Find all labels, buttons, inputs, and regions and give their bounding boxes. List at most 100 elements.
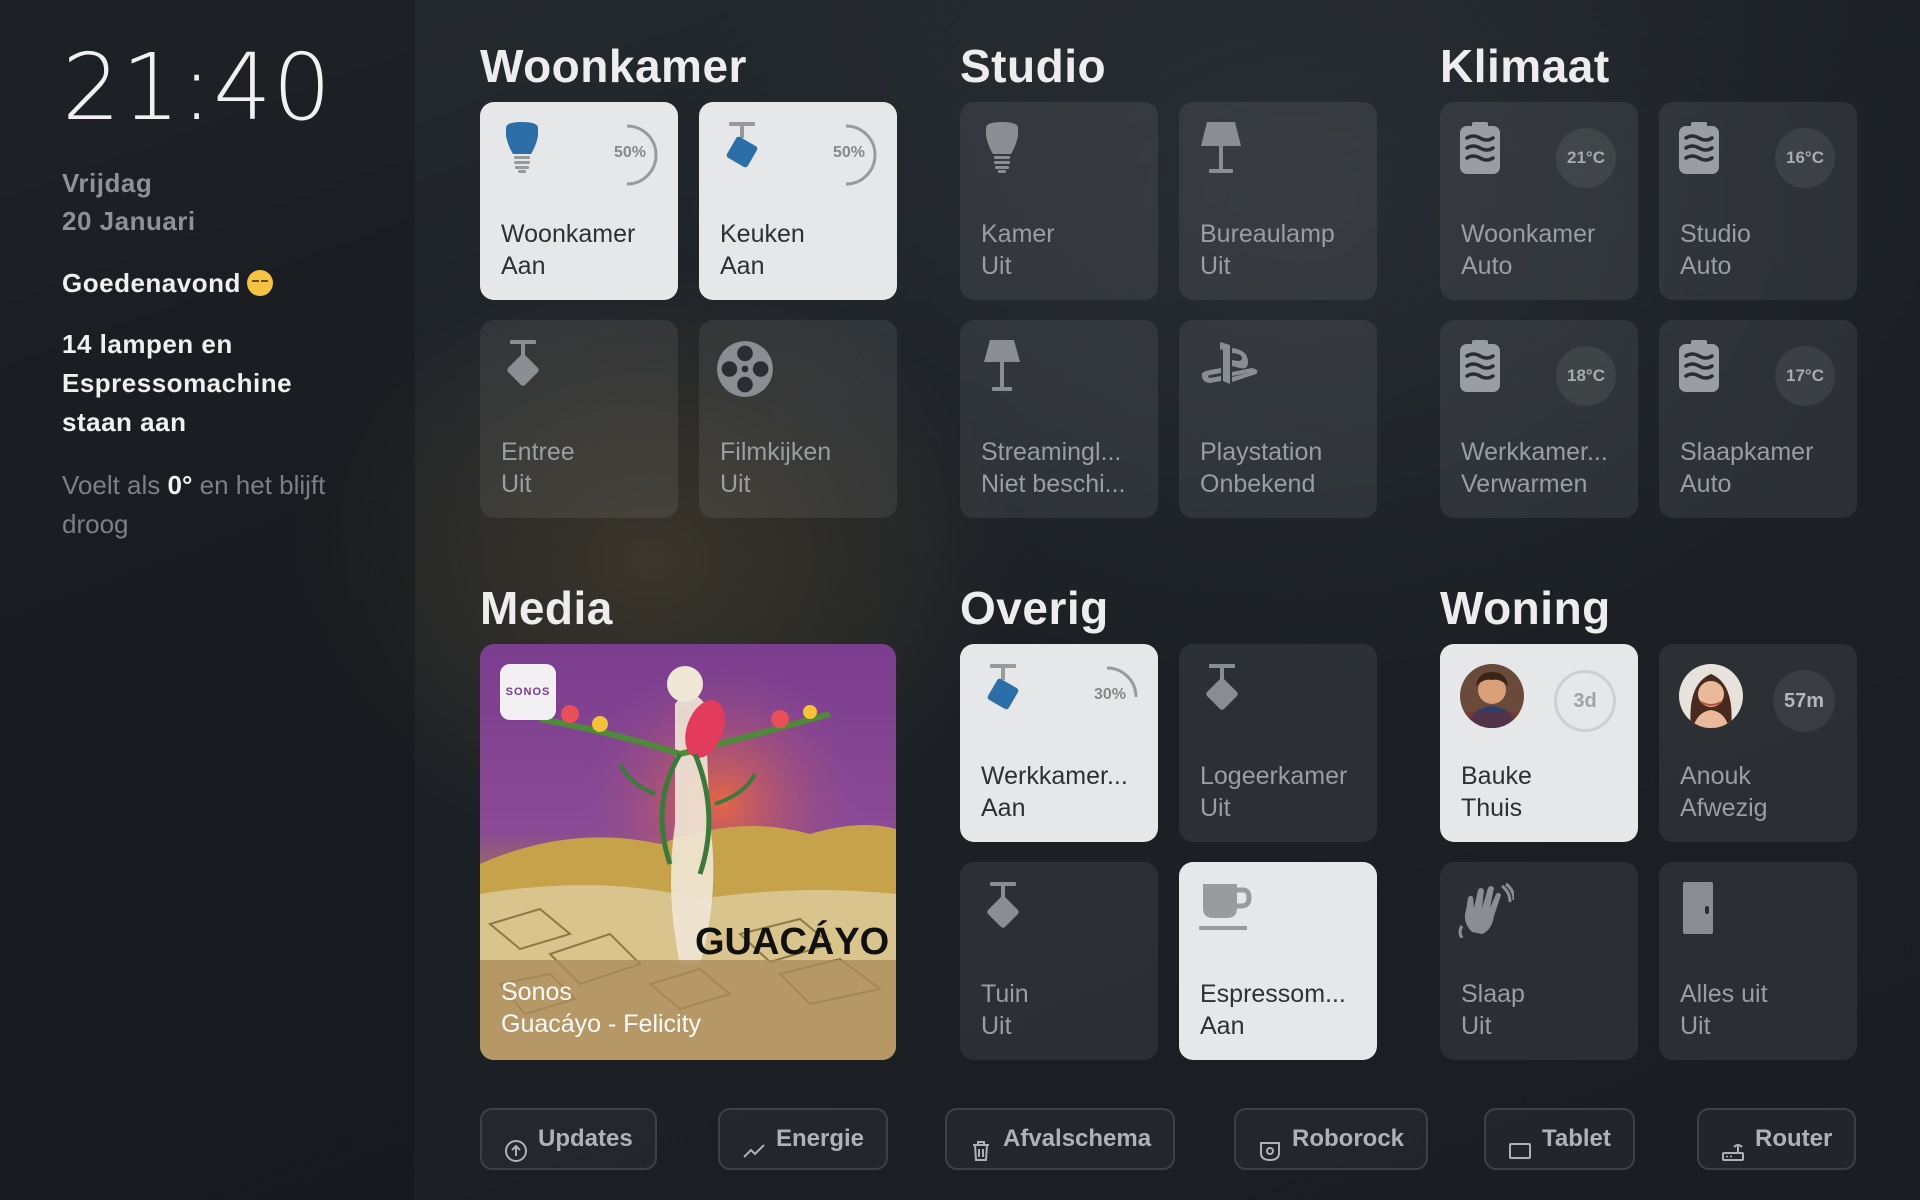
section-title-woonkamer: Woonkamer	[480, 40, 747, 92]
tile-climate-werkkamer[interactable]: 18°C Werkkamer... Verwarmen	[1440, 320, 1638, 518]
tile-state: Uit	[981, 252, 1012, 280]
tile-woonkamer-light[interactable]: 50% Woonkamer Aan	[480, 102, 678, 300]
presence-duration-badge: 3d	[1554, 670, 1616, 732]
tile-alles-uit-scene[interactable]: Alles uit Uit	[1659, 862, 1857, 1060]
tile-playstation[interactable]: Playstation Onbekend	[1179, 320, 1377, 518]
tile-name: Slaap	[1461, 980, 1525, 1008]
tile-state: Uit	[720, 470, 751, 498]
weather-temp: 0°	[167, 470, 193, 500]
avatar	[1679, 664, 1743, 728]
desk-lamp-icon	[1197, 122, 1245, 174]
tile-logeerkamer-light[interactable]: Logeerkamer Uit	[1179, 644, 1377, 842]
tile-person-anouk[interactable]: 57m Anouk Afwezig	[1659, 644, 1857, 842]
temperature-badge: 17°C	[1775, 346, 1835, 406]
tile-state: Aan	[981, 794, 1026, 822]
tile-state: Uit	[981, 1012, 1012, 1040]
tile-name: Woonkamer	[501, 220, 636, 248]
tile-state: Aan	[501, 252, 546, 280]
updates-button[interactable]: Updates	[480, 1108, 657, 1170]
section-title-overig: Overig	[960, 582, 1109, 634]
ceiling-light-icon	[978, 882, 1026, 934]
section-overig: Overig 30% Werkkamer... Aan Logeerkamer …	[960, 578, 1377, 1060]
tile-person-bauke[interactable]: 3d Bauke Thuis	[1440, 644, 1638, 842]
roborock-button[interactable]: Roborock	[1234, 1108, 1429, 1170]
brightness-dial: 50%	[594, 122, 660, 188]
radiator-icon	[1458, 340, 1502, 392]
tile-climate-woonkamer[interactable]: 21°C Woonkamer Auto	[1440, 102, 1638, 300]
afvalschema-button[interactable]: Afvalschema	[945, 1108, 1176, 1170]
updates-label: Updates	[538, 1125, 633, 1152]
avatar	[1460, 664, 1524, 728]
tile-name: Kamer	[981, 220, 1055, 248]
router-button[interactable]: Router	[1697, 1108, 1857, 1170]
tablet-button[interactable]: Tablet	[1484, 1108, 1635, 1170]
film-reel-icon	[716, 340, 774, 398]
presence-duration-badge: 57m	[1773, 670, 1835, 732]
date-label: 20 Januari	[62, 206, 196, 236]
tile-name: Espressom...	[1200, 980, 1346, 1008]
roborock-label: Roborock	[1292, 1125, 1405, 1152]
tile-state: Uit	[1200, 794, 1231, 822]
ceiling-light-icon	[1197, 664, 1245, 716]
section-woonkamer: Woonkamer 50% Woonkamer Aan 50% Keuken A…	[480, 36, 897, 518]
tile-state: Aan	[1200, 1012, 1245, 1040]
tile-state: Afwezig	[1680, 794, 1768, 822]
tile-keuken-light[interactable]: 50% Keuken Aan	[699, 102, 897, 300]
tile-tuin-light[interactable]: Tuin Uit	[960, 862, 1158, 1060]
ceiling-light-icon	[717, 122, 765, 174]
floor-lamp-icon	[978, 340, 1026, 392]
section-klimaat: Klimaat 21°C Woonkamer Auto 16°C Studio …	[1440, 36, 1857, 518]
router-label: Router	[1755, 1125, 1833, 1152]
tile-name: Woonkamer	[1461, 220, 1596, 248]
sidebar: 21:40 Vrijdag 20 Januari Goedenavond 14 …	[0, 0, 416, 1200]
status-summary: 14 lampen en Espressomachine staan aan	[62, 329, 293, 437]
robot-vacuum-icon	[1258, 1127, 1282, 1162]
greeting: Goedenavond	[62, 268, 415, 299]
afvalschema-label: Afvalschema	[1003, 1125, 1152, 1152]
tile-name: Tuin	[981, 980, 1029, 1008]
tile-slaap-scene[interactable]: Slaap Uit	[1440, 862, 1638, 1060]
section-title-klimaat: Klimaat	[1440, 40, 1610, 92]
temperature-badge: 21°C	[1556, 128, 1616, 188]
tile-state: Onbekend	[1200, 470, 1316, 498]
tile-name: Werkkamer...	[981, 762, 1128, 790]
tile-state: Uit	[1461, 1012, 1492, 1040]
tile-state: Verwarmen	[1461, 470, 1588, 498]
waving-hand-icon	[1458, 882, 1514, 938]
tile-state: Niet beschi...	[981, 470, 1126, 498]
tile-state: Auto	[1461, 252, 1513, 280]
tile-entree-light[interactable]: Entree Uit	[480, 320, 678, 518]
tile-climate-slaapkamer[interactable]: 17°C Slaapkamer Auto	[1659, 320, 1857, 518]
door-icon	[1677, 882, 1717, 934]
tile-state: Uit	[501, 470, 532, 498]
day-label: Vrijdag	[62, 168, 153, 198]
energie-button[interactable]: Energie	[718, 1108, 889, 1170]
radiator-icon	[1677, 340, 1721, 392]
clock: 21:40	[62, 34, 333, 141]
arrow-up-circle-icon	[504, 1127, 528, 1162]
tile-streaminglamp-light[interactable]: Streamingl... Niet beschi...	[960, 320, 1158, 518]
tile-state: Auto	[1680, 252, 1732, 280]
tile-werkkamer-light[interactable]: 30% Werkkamer... Aan	[960, 644, 1158, 842]
tile-name: Entree	[501, 438, 575, 466]
ceiling-light-icon	[498, 340, 546, 392]
tile-kamer-light[interactable]: Kamer Uit	[960, 102, 1158, 300]
tile-name: Playstation	[1200, 438, 1323, 466]
trash-icon	[969, 1127, 993, 1161]
tile-name: Logeerkamer	[1200, 762, 1348, 790]
coffee-cup-icon	[1197, 882, 1253, 934]
tile-name: Studio	[1680, 220, 1751, 248]
energie-label: Energie	[776, 1125, 865, 1152]
tile-espressomachine[interactable]: Espressom... Aan	[1179, 862, 1377, 1060]
tile-name: Bureaulamp	[1200, 220, 1335, 248]
tile-climate-studio[interactable]: 16°C Studio Auto	[1659, 102, 1857, 300]
brightness-dial: 30%	[1074, 664, 1140, 730]
media-player-card[interactable]: GUACÁYO SONOS Sonos Guacáyo - Felicity	[480, 644, 896, 1060]
tile-filmkijken-scene[interactable]: Filmkijken Uit	[699, 320, 897, 518]
brightness-dial: 50%	[813, 122, 879, 188]
section-title-media: Media	[480, 582, 613, 634]
tile-bureaulamp-light[interactable]: Bureaulamp Uit	[1179, 102, 1377, 300]
ceiling-light-icon	[978, 664, 1026, 716]
section-media: Media GUACÁYO SONOS Sonos Guacáyo - Feli…	[480, 578, 896, 1060]
tablet-icon	[1508, 1127, 1532, 1159]
